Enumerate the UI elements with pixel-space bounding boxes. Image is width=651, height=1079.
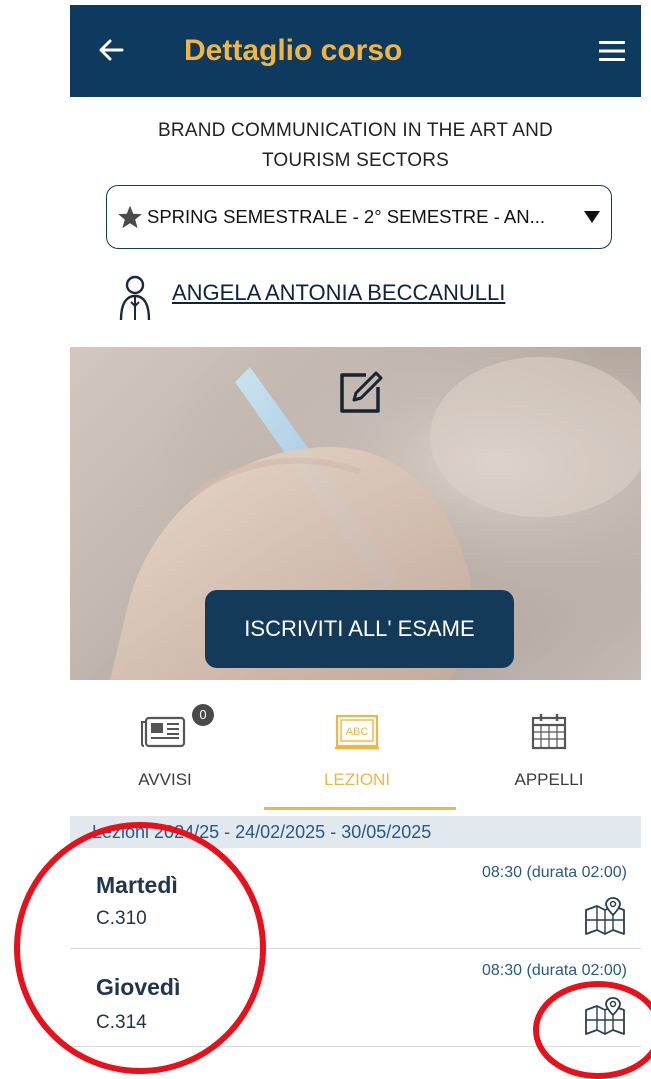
teacher-name-link[interactable]: ANGELA ANTONIA BECCANULLI [172, 280, 505, 306]
hero-image: ISCRIVITI ALL' ESAME [70, 347, 641, 680]
lesson-room: C.314 [96, 1012, 147, 1033]
hamburger-menu-icon[interactable] [597, 36, 627, 66]
course-title-line2: TOURISM SECTORS [261, 150, 450, 171]
lesson-day: Giovedì [96, 974, 181, 1000]
tab-lezioni[interactable]: ABC LEZIONI [262, 690, 452, 812]
tab-appelli-label: APPELLI [514, 770, 584, 789]
lesson-row: Martedì C.310 08:30 (durata 02:00) [70, 852, 641, 949]
calendar-icon [531, 714, 567, 750]
semester-selected-value: SPRING SEMESTRALE - 2° SEMESTRE - AN... [147, 206, 546, 227]
lessons-period-text: Lezioni 2024/25 - 24/02/2025 - 30/05/202… [92, 822, 432, 842]
blackboard-icon: ABC [335, 714, 379, 750]
lessons-period-header: Lezioni 2024/25 - 24/02/2025 - 30/05/202… [70, 816, 641, 848]
edit-icon[interactable] [336, 367, 386, 417]
lesson-row: Giovedì C.314 08:30 (durata 02:00) [70, 950, 641, 1047]
lesson-room: C.310 [96, 908, 147, 929]
semester-select[interactable]: SPRING SEMESTRALE - 2° SEMESTRE - AN... [106, 185, 612, 249]
map-location-icon[interactable] [583, 896, 627, 936]
lesson-time: 08:30 (durata 02:00) [482, 864, 627, 881]
notification-badge: 0 [192, 704, 214, 726]
arrow-left-icon[interactable] [96, 35, 126, 65]
page-title: Dettaglio corso [184, 34, 403, 67]
map-location-icon[interactable] [583, 996, 627, 1036]
chevron-down-icon [584, 211, 600, 223]
star-icon [118, 205, 142, 229]
app-header: Dettaglio corso [70, 5, 641, 97]
tab-avvisi[interactable]: 0 AVVISI [70, 690, 260, 812]
active-tab-indicator [264, 807, 456, 810]
enroll-exam-button[interactable]: ISCRIVITI ALL' ESAME [205, 590, 514, 668]
teacher-icon [119, 275, 151, 321]
tab-bar: 0 AVVISI ABC LEZIONI APPELLI [70, 690, 641, 812]
lesson-time: 08:30 (durata 02:00) [482, 962, 627, 979]
lesson-day: Martedì [96, 872, 178, 898]
tab-appelli[interactable]: APPELLI [454, 690, 644, 812]
svg-text:ABC: ABC [346, 726, 369, 738]
tab-avvisi-label: AVVISI [138, 770, 192, 789]
course-title: BRAND COMMUNICATION IN THE ART AND TOURI… [70, 116, 641, 176]
course-title-line1: BRAND COMMUNICATION IN THE ART AND [158, 120, 553, 141]
newspaper-icon [141, 716, 186, 748]
tab-lezioni-label: LEZIONI [323, 770, 391, 789]
